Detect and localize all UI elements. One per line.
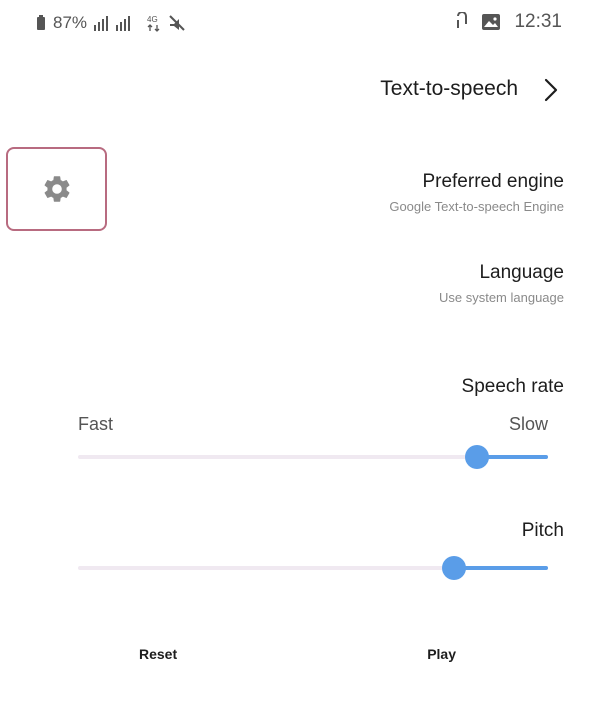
pitch-slider-thumb[interactable] xyxy=(442,556,466,580)
speech-rate-slider-thumb[interactable] xyxy=(465,445,489,469)
speech-rate-title: Speech rate xyxy=(461,376,564,397)
preferred-engine-subtitle: Google Text-to-speech Engine xyxy=(389,199,564,214)
speech-rate-slow-label: Slow xyxy=(508,414,548,434)
status-right-group: 12:31 xyxy=(454,11,562,33)
header: Text-to-speech xyxy=(0,70,600,110)
pitch-slider[interactable] xyxy=(78,556,548,580)
language-row[interactable]: Language Use system language xyxy=(439,262,564,305)
battery-icon xyxy=(36,15,46,31)
mute-icon xyxy=(168,14,186,32)
status-left-group: 87% 4G xyxy=(36,13,186,33)
svg-text:4G: 4G xyxy=(147,15,158,24)
status-time: 12:31 xyxy=(514,11,562,32)
preferred-engine-row[interactable]: Preferred engine Google Text-to-speech E… xyxy=(389,171,564,214)
reset-button[interactable]: Reset xyxy=(139,646,177,662)
link-icon xyxy=(454,12,468,32)
network-4g-icon: 4G xyxy=(147,14,161,32)
play-button[interactable]: Play xyxy=(427,646,456,662)
pitch-title: Pitch xyxy=(521,520,564,541)
speech-rate-fast-label: Fast xyxy=(78,414,114,434)
status-bar: 87% 4G 12:31 xyxy=(0,0,600,46)
speech-rate-slider[interactable] xyxy=(78,445,548,469)
chevron-right-icon xyxy=(544,78,558,102)
signal-icon xyxy=(94,15,140,31)
back-button[interactable] xyxy=(538,75,564,105)
language-subtitle: Use system language xyxy=(438,290,564,305)
engine-settings-button[interactable] xyxy=(6,147,107,231)
image-icon xyxy=(482,14,501,30)
battery-percentage: 87% xyxy=(53,13,88,32)
gear-icon xyxy=(44,176,69,202)
page-title: Text-to-speech xyxy=(380,77,518,100)
preferred-engine-title: Preferred engine xyxy=(422,171,564,192)
language-title: Language xyxy=(479,262,564,283)
pitch-slider-fill xyxy=(454,566,548,570)
